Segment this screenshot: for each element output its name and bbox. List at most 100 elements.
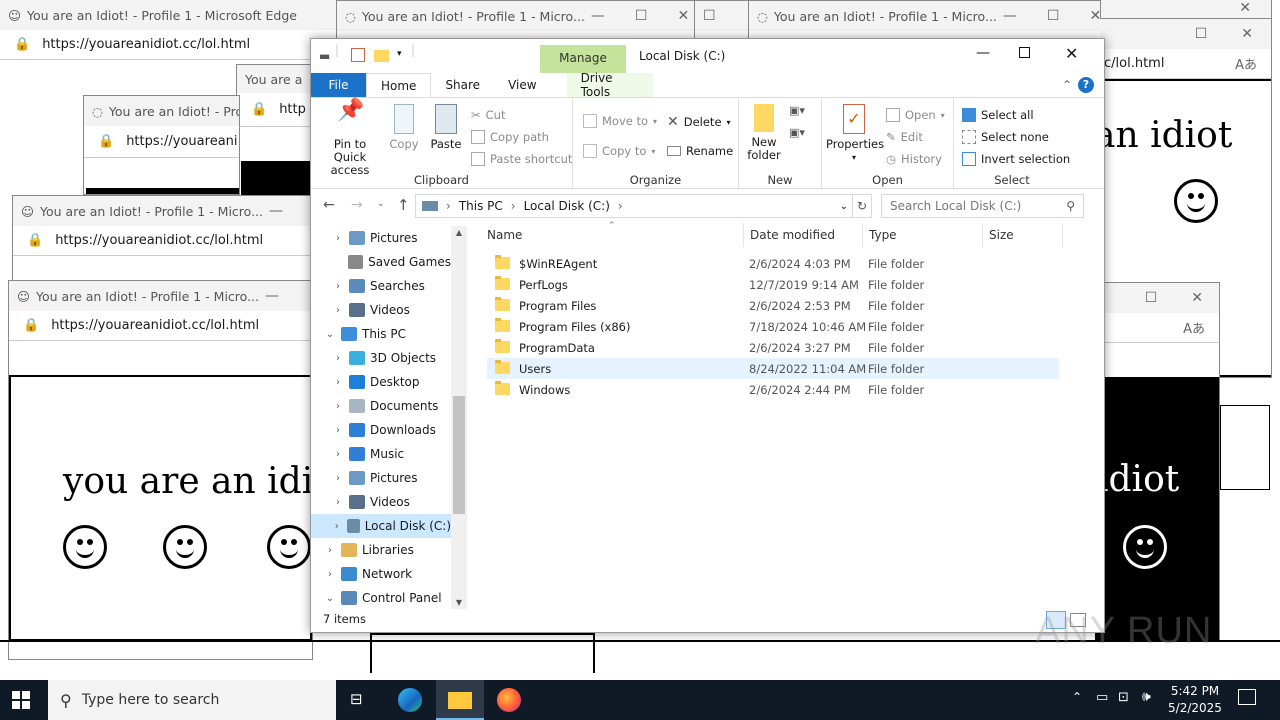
collapsed-chevron-icon[interactable]: ›	[331, 353, 345, 364]
nav-item-searches[interactable]: › Searches	[311, 274, 451, 298]
file-row[interactable]: Windows 2/6/2024 2:44 PM File folder	[487, 379, 1059, 400]
quick-access-toolbar-icon[interactable]: ▬	[319, 49, 330, 63]
edge-addressbar[interactable]: c/lol.html Aあ	[1100, 49, 1271, 79]
close-icon[interactable]: ✕	[1191, 290, 1203, 306]
nav-item-3d-objects[interactable]: › 3D Objects	[311, 346, 451, 370]
maximize-icon[interactable]: ☐	[703, 8, 716, 24]
new-folder-qat-icon[interactable]	[374, 50, 389, 62]
column-type[interactable]: Type	[863, 223, 983, 247]
file-row[interactable]: PerfLogs 12/7/2019 9:14 AM File folder	[487, 274, 1059, 295]
copy-path-button[interactable]: Copy path	[471, 130, 549, 144]
forward-icon[interactable]: →	[351, 197, 363, 213]
reader-mode-icon[interactable]: Aあ	[1183, 318, 1205, 337]
tab-home[interactable]: Home	[366, 73, 432, 97]
nav-item-desktop[interactable]: › Desktop	[311, 370, 451, 394]
minimize-icon[interactable]: —	[265, 288, 279, 304]
history-button[interactable]: ◷ History	[886, 152, 942, 166]
paste-shortcut-button[interactable]: Paste shortcut	[471, 152, 572, 166]
move-to-button[interactable]: Move to ▾	[583, 114, 657, 128]
collapsed-chevron-icon[interactable]: ›	[331, 473, 345, 484]
nav-item-pictures[interactable]: › Pictures	[311, 466, 451, 490]
explorer-titlebar[interactable]: ▬ | ▾ | Manage Local Disk (C:) — ✕	[311, 39, 1104, 73]
file-explorer-taskbar-button[interactable]	[436, 680, 484, 720]
breadcrumb-local-disk[interactable]: Local Disk (C:)	[524, 199, 610, 213]
delete-button[interactable]: ✕ Delete ▾	[667, 114, 731, 130]
refresh-icon[interactable]: ↻	[852, 194, 872, 218]
file-row[interactable]: Users 8/24/2022 11:04 AM File folder	[487, 358, 1059, 379]
show-hidden-icons-icon[interactable]: ⌃	[1072, 690, 1082, 704]
edge-titlebar[interactable]: ◌ You are an Idiot! - Profile 1 - Micro..…	[337, 1, 695, 31]
collapsed-chevron-icon[interactable]: ›	[331, 449, 345, 460]
task-view-icon[interactable]: ⊟	[350, 690, 363, 708]
help-icon[interactable]: ?	[1078, 77, 1094, 93]
nav-item-documents[interactable]: › Documents	[311, 394, 451, 418]
edge-titlebar[interactable]: ◌ You are an Idiot! - Profile 1 - Micro..…	[749, 1, 1104, 31]
rename-button[interactable]: Rename	[667, 144, 733, 158]
expanded-chevron-icon[interactable]: ⌄	[323, 593, 337, 604]
properties-button[interactable]: ✓ Properties ▾	[826, 104, 884, 164]
nav-item-downloads[interactable]: › Downloads	[311, 418, 451, 442]
collapsed-chevron-icon[interactable]: ›	[323, 569, 337, 580]
nav-item-saved-games[interactable]: Saved Games	[311, 250, 451, 274]
collapsed-chevron-icon[interactable]: ›	[331, 425, 345, 436]
copy-to-button[interactable]: Copy to ▾	[583, 144, 655, 158]
nav-item-videos[interactable]: › Videos	[311, 490, 451, 514]
close-icon[interactable]: ✕	[1065, 44, 1078, 63]
nav-item-pictures[interactable]: › Pictures	[311, 226, 451, 250]
select-all-button[interactable]: Select all	[962, 108, 1034, 122]
maximize-icon[interactable]	[1019, 47, 1030, 58]
column-date-modified[interactable]: Date modified	[744, 223, 863, 247]
pin-quick-access-button[interactable]: 📌 Pin to Quick access	[317, 100, 383, 177]
cut-button[interactable]: ✂ Cut	[471, 108, 505, 122]
new-item-button[interactable]: ▣▾	[789, 104, 805, 117]
up-icon[interactable]: ↑	[397, 196, 410, 214]
copy-button[interactable]: Copy	[387, 104, 421, 151]
maximize-icon[interactable]: ☐	[1195, 26, 1208, 42]
scroll-up-icon[interactable]: ▲	[451, 228, 467, 237]
back-icon[interactable]: ←	[323, 197, 335, 213]
address-dropdown-icon[interactable]: ⌄	[840, 201, 852, 212]
edge-addressbar[interactable]: 🔒 https://youareanidiot.cc/lol.html	[9, 311, 312, 341]
collapsed-chevron-icon[interactable]: ›	[331, 497, 345, 508]
edge-titlebar[interactable]: ☺ You are an Idiot! - Profile 1 - Micro..…	[13, 196, 311, 226]
search-box[interactable]: Search Local Disk (C:) ⚲	[881, 194, 1084, 218]
maximize-icon[interactable]: ☐	[1047, 8, 1060, 24]
tab-file[interactable]: File	[311, 73, 366, 97]
windows-start-icon[interactable]	[12, 691, 30, 709]
edge-titlebar[interactable]: ☺ You are an Idiot! - Profile 1 - Micro..…	[9, 281, 312, 311]
collapsed-chevron-icon[interactable]: ›	[331, 377, 345, 388]
collapsed-chevron-icon[interactable]: ›	[331, 281, 345, 292]
edge-addressbar[interactable]: 🔒 https://youareanidiot.cc/lol.html	[13, 226, 311, 256]
expanded-chevron-icon[interactable]: ⌄	[323, 329, 337, 340]
properties-qat-icon[interactable]	[351, 48, 365, 62]
close-icon[interactable]: ✕	[677, 8, 689, 24]
collapsed-chevron-icon[interactable]: ›	[331, 401, 345, 412]
close-icon[interactable]: ✕	[1241, 26, 1253, 42]
device-icon[interactable]: ▭	[1096, 690, 1108, 705]
firefox-taskbar-icon[interactable]	[497, 688, 521, 712]
edit-button[interactable]: ✎ Edit	[886, 130, 923, 144]
clock[interactable]: 5:42 PM 5/2/2025	[1168, 683, 1222, 717]
open-button[interactable]: Open ▾	[886, 108, 945, 122]
collapsed-chevron-icon[interactable]: ›	[331, 305, 345, 316]
notifications-icon[interactable]	[1238, 689, 1256, 705]
taskbar-search[interactable]: ⚲ Type here to search	[48, 680, 336, 720]
collapsed-chevron-icon[interactable]: ›	[323, 545, 337, 556]
edge-addressbar[interactable]: 🔒 https://youareanidiot.cc/lol.html	[0, 30, 339, 60]
scroll-down-icon[interactable]: ▼	[451, 598, 467, 607]
nav-item-network[interactable]: › Network	[311, 562, 451, 586]
column-size[interactable]: Size	[983, 223, 1063, 247]
minimize-icon[interactable]: —	[591, 8, 605, 24]
close-icon[interactable]: ✕	[1239, 0, 1251, 16]
minimize-icon[interactable]: —	[1003, 8, 1017, 24]
edge-titlebar[interactable]: ☐ ✕	[1095, 283, 1219, 313]
address-bar[interactable]: › This PC › Local Disk (C:) › ⌄	[415, 194, 853, 218]
network-icon[interactable]: ⊡	[1118, 690, 1129, 705]
edge-titlebar[interactable]: ✕	[1101, 0, 1271, 18]
volume-icon[interactable]: 🕪	[1142, 689, 1151, 705]
paste-button[interactable]: Paste	[429, 104, 463, 151]
edge-titlebar[interactable]: ☐ ✕	[1100, 19, 1271, 49]
minimize-icon[interactable]: —	[269, 203, 283, 219]
nav-item-local-disk-c[interactable]: › Local Disk (C:)	[311, 514, 451, 538]
nav-item-libraries[interactable]: › Libraries	[311, 538, 451, 562]
